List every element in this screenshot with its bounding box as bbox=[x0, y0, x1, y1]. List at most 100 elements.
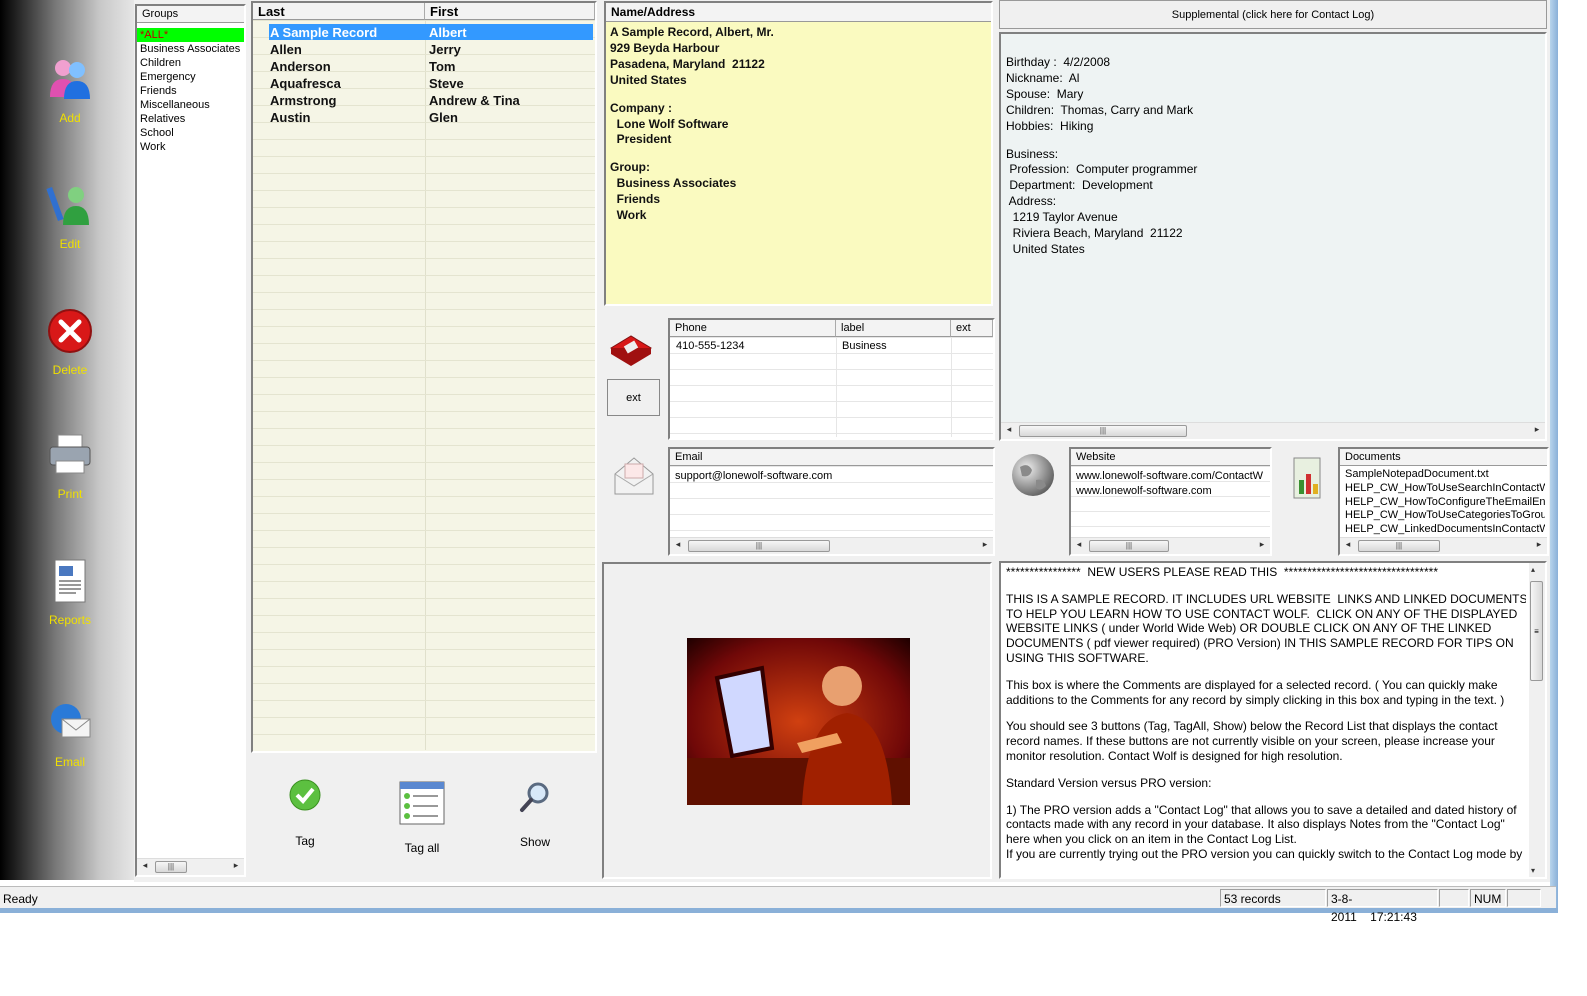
comment-line: 1) The PRO version adds a "Contact Log" … bbox=[1006, 802, 1517, 817]
comment-line bbox=[1006, 791, 1526, 803]
record-last-name: Austin bbox=[270, 110, 311, 125]
document-item[interactable]: HELP_CW_LinkedDocumentsInContactWo bbox=[1345, 523, 1545, 537]
comment-line bbox=[1006, 764, 1526, 776]
ext-button[interactable]: ext bbox=[607, 379, 660, 416]
record-row[interactable]: Anderson Tom bbox=[253, 58, 593, 75]
groups-horizontal-scrollbar[interactable]: ◂ ||| ▸ bbox=[137, 858, 244, 875]
website-horizontal-scrollbar[interactable]: ◂ ||| ▸ bbox=[1071, 537, 1270, 554]
name-address-text: A Sample Record, Albert, Mr. 929 Beyda Ha… bbox=[606, 22, 991, 227]
website-header: Website bbox=[1071, 449, 1270, 466]
email-item[interactable]: support@lonewolf-software.com bbox=[675, 470, 832, 482]
group-item[interactable]: School bbox=[137, 126, 244, 140]
comment-line: DOCUMENTS ( pdf viewer required) (PRO Ve… bbox=[1006, 636, 1514, 651]
email-button[interactable]: Email bbox=[20, 699, 120, 769]
supplemental-text: Birthday : 4/2/2008 Nickname: Al Spouse: M… bbox=[1006, 55, 1197, 258]
document-item[interactable]: HELP_CW_HowToUseSearchInContactWo bbox=[1345, 482, 1545, 496]
name-address-box: Name/Address A Sample Record, Albert, Mr… bbox=[604, 1, 993, 306]
supplemental-box: Birthday : 4/2/2008 Nickname: Al Spouse: M… bbox=[999, 32, 1547, 441]
supplemental-horizontal-scrollbar[interactable]: ◂ ||| ▸ bbox=[1001, 422, 1545, 439]
status-empty-cell-2 bbox=[1507, 889, 1541, 907]
edit-user-icon bbox=[46, 186, 89, 225]
photo-box[interactable] bbox=[602, 562, 992, 879]
group-item[interactable]: Relatives bbox=[137, 112, 244, 126]
documents-list: SampleNotepadDocument.txt HELP_CW_HowToUs… bbox=[1345, 468, 1545, 537]
record-list-box: Last First A Sample Record Albert Allen Jer… bbox=[251, 1, 597, 753]
comment-line: monitor resolution. Contact Wolf is desi… bbox=[1006, 748, 1343, 763]
comments-vertical-scrollbar[interactable]: ▴ ≡ ▾ bbox=[1529, 563, 1545, 877]
print-label: Print bbox=[57, 487, 83, 501]
status-date: 3-8-2011 bbox=[1331, 892, 1357, 924]
documents-horizontal-scrollbar[interactable]: ◂ ||| ▸ bbox=[1340, 537, 1547, 554]
group-item[interactable]: Business Associates bbox=[137, 42, 244, 56]
name-address-line: A Sample Record, Albert, Mr. bbox=[610, 25, 774, 39]
tag-button[interactable]: Tag bbox=[279, 778, 331, 848]
window-bottom-border bbox=[0, 908, 1558, 913]
comments-box[interactable]: **************** NEW USERS PLEASE READ T… bbox=[999, 561, 1547, 879]
supplemental-line: Profession: Computer programmer bbox=[1006, 162, 1198, 177]
print-button[interactable]: Print bbox=[20, 431, 120, 501]
name-address-line: Work bbox=[610, 208, 647, 223]
record-row[interactable]: Allen Jerry bbox=[253, 41, 593, 58]
envelope-icon[interactable] bbox=[611, 454, 657, 498]
website-item-1[interactable]: www.lonewolf-software.com/ContactW bbox=[1076, 470, 1268, 482]
group-item[interactable]: Friends bbox=[137, 84, 244, 98]
col-phone-header[interactable]: Phone bbox=[670, 320, 836, 337]
globe-icon[interactable] bbox=[1010, 452, 1056, 498]
record-row[interactable]: Austin Glen bbox=[253, 109, 593, 126]
show-button[interactable]: Show bbox=[510, 780, 560, 849]
supplemental-line: Nickname: Al bbox=[1006, 70, 1080, 85]
status-bar: Ready 53 records 3-8-2011 17:21:43 NUM bbox=[0, 886, 1556, 924]
record-row[interactable]: A Sample Record Albert bbox=[253, 24, 593, 41]
status-time: 17:21:43 bbox=[1370, 910, 1417, 924]
col-last-header[interactable]: Last bbox=[253, 3, 425, 20]
col-label-header[interactable]: label bbox=[836, 320, 951, 337]
document-item[interactable]: HELP_CW_HowToConfigureTheEmailEngi bbox=[1345, 496, 1545, 510]
name-address-line: United States bbox=[610, 72, 687, 87]
checklist-icon bbox=[399, 781, 445, 825]
magnifier-icon bbox=[520, 782, 549, 812]
group-item[interactable]: *ALL* bbox=[137, 28, 244, 42]
supplemental-line: Spouse: Mary bbox=[1006, 86, 1084, 101]
name-address-header: Name/Address bbox=[606, 3, 991, 22]
telephone-icon[interactable] bbox=[608, 330, 654, 366]
left-toolbar: Add Edit Delete Print Reports Email bbox=[0, 0, 134, 880]
comment-line: THIS IS A SAMPLE RECORD. IT INCLUDES URL… bbox=[1006, 591, 1526, 606]
name-address-line bbox=[610, 89, 987, 101]
record-last-name: Armstrong bbox=[270, 93, 337, 108]
documents-icon[interactable] bbox=[1290, 456, 1328, 502]
group-item[interactable]: Emergency bbox=[137, 70, 244, 84]
document-item[interactable]: HELP_CW_HowToUseCategoriesToGroup bbox=[1345, 509, 1545, 523]
col-ext-header[interactable]: ext bbox=[951, 320, 993, 337]
group-item[interactable]: Children bbox=[137, 56, 244, 70]
groups-list-box: Groups *ALL* Business Associates Children E… bbox=[135, 4, 246, 877]
edit-button[interactable]: Edit bbox=[20, 181, 120, 251]
delete-label: Delete bbox=[52, 363, 88, 377]
supplemental-button[interactable]: Supplemental (click here for Contact Log… bbox=[999, 0, 1547, 29]
record-row[interactable]: Aquafresca Steve bbox=[253, 75, 593, 92]
add-button[interactable]: Add bbox=[20, 55, 120, 125]
delete-button[interactable]: Delete bbox=[20, 307, 120, 377]
printer-icon bbox=[49, 434, 91, 474]
add-users-icon bbox=[50, 60, 90, 99]
col-first-header[interactable]: First bbox=[425, 3, 595, 20]
comment-line bbox=[1006, 666, 1526, 678]
tag-all-button[interactable]: Tag all bbox=[393, 780, 451, 855]
reports-button[interactable]: Reports bbox=[20, 557, 120, 627]
groups-list: *ALL* Business Associates Children Emergenc… bbox=[137, 23, 244, 154]
email-horizontal-scrollbar[interactable]: ◂ ||| ▸ bbox=[670, 537, 993, 554]
website-item-2[interactable]: www.lonewolf-software.com bbox=[1076, 485, 1212, 497]
phone-label: Business bbox=[842, 340, 887, 352]
show-label: Show bbox=[519, 835, 551, 849]
group-item[interactable]: Work bbox=[137, 140, 244, 154]
comment-line: TO HELP YOU LEARN HOW TO USE CONTACT WOL… bbox=[1006, 606, 1518, 621]
group-item[interactable]: Miscellaneous bbox=[137, 98, 244, 112]
document-item[interactable]: SampleNotepadDocument.txt bbox=[1345, 468, 1545, 482]
comments-text[interactable]: **************** NEW USERS PLEASE READ T… bbox=[1006, 565, 1526, 875]
comment-line: You should see 3 buttons (Tag, TagAll, S… bbox=[1006, 719, 1498, 734]
record-first-name: Andrew & Tina bbox=[429, 93, 520, 108]
name-address-line: Business Associates bbox=[610, 176, 737, 191]
record-row[interactable]: Armstrong Andrew & Tina bbox=[253, 92, 593, 109]
date-time: 3-8-2011 17:21:43 bbox=[1327, 889, 1438, 924]
comment-line: record names. If these buttons are not c… bbox=[1006, 734, 1495, 749]
record-last-name: A Sample Record bbox=[270, 25, 378, 40]
